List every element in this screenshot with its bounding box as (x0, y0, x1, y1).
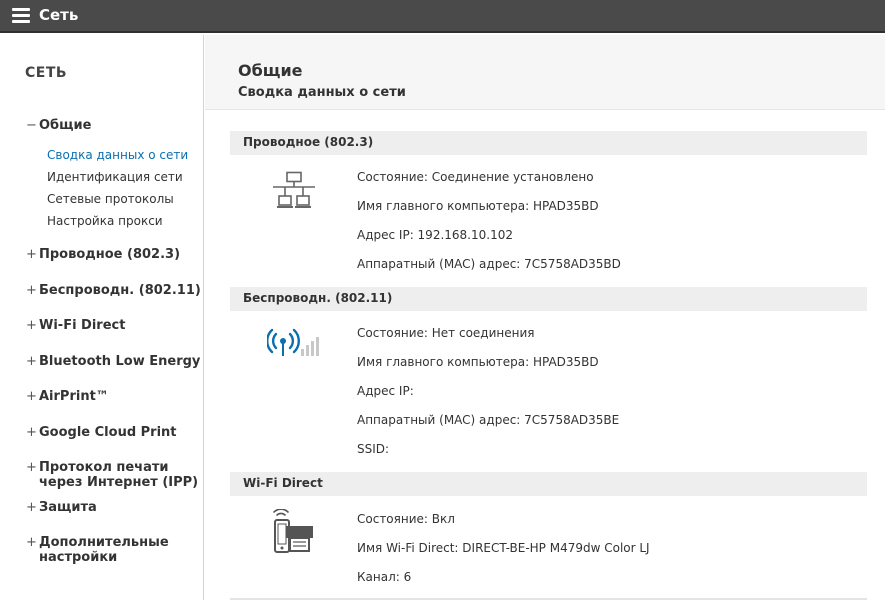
sidebar: СЕТЬ − Общие Сводка данных о сети Идентиф… (0, 35, 204, 600)
sidebar-subitem-network-protocols[interactable]: Сетевые протоколы (47, 192, 174, 206)
collapse-icon: − (26, 118, 37, 133)
sidebar-title: СЕТЬ (25, 65, 68, 81)
sidebar-subitem-network-identification[interactable]: Идентификация сети (47, 170, 183, 184)
wireless-signal-icon (266, 327, 321, 361)
sidebar-item-label: Общие (39, 118, 92, 133)
wireless-ip-address: Адрес IP: (357, 384, 414, 398)
sidebar-item-wireless[interactable]: + Беспроводн. (802.11) (26, 283, 201, 298)
expand-icon: + (26, 283, 37, 298)
section-header-wired: Проводное (802.3) (230, 131, 867, 155)
wifi-direct-status: Состояние: Вкл (357, 512, 455, 526)
section-title: Wi-Fi Direct (243, 476, 323, 490)
wifi-direct-channel: Канал: 6 (357, 570, 412, 584)
hamburger-menu-icon[interactable] (12, 8, 30, 24)
top-bar: Сеть (0, 0, 885, 33)
sidebar-item-wired[interactable]: + Проводное (802.3) (26, 247, 201, 262)
expand-icon: + (26, 354, 37, 369)
sidebar-item-airprint[interactable]: + AirPrint™ (26, 389, 201, 404)
wireless-hostname: Имя главного компьютера: HPAD35BD (357, 355, 599, 369)
sidebar-item-label: Google Cloud Print (39, 425, 177, 440)
wireless-status: Состояние: Нет соединения (357, 326, 535, 340)
page-subtitle: Сводка данных о сети (238, 85, 406, 100)
section-header-wireless: Беспроводн. (802.11) (230, 287, 867, 311)
sidebar-item-label: через Интернет (IPP) (39, 475, 199, 490)
expand-icon: + (26, 389, 37, 404)
section-header-wifi-direct: Wi-Fi Direct (230, 472, 867, 496)
wired-network-icon (272, 171, 316, 213)
sidebar-item-advanced-settings[interactable]: + Дополнительные настройки (26, 535, 201, 565)
sidebar-item-general[interactable]: − Общие (26, 118, 201, 133)
sidebar-item-label: Дополнительные (39, 535, 169, 550)
expand-icon: + (26, 535, 37, 550)
wireless-ssid: SSID: (357, 442, 390, 456)
wired-mac-address: Аппаратный (MAC) адрес: 7C5758AD35BD (357, 257, 621, 271)
sidebar-item-label: AirPrint™ (39, 389, 109, 404)
sidebar-subitem-proxy-settings[interactable]: Настройка прокси (47, 214, 163, 228)
sidebar-item-label: настройки (39, 550, 118, 565)
wired-status: Состояние: Соединение установлено (357, 170, 594, 184)
section-title: Проводное (802.3) (243, 135, 374, 149)
expand-icon: + (26, 460, 37, 475)
page-title: Общие (238, 61, 303, 80)
expand-icon: + (26, 500, 37, 515)
sidebar-item-security[interactable]: + Защита (26, 500, 201, 515)
wired-ip-address: Адрес IP: 192.168.10.102 (357, 228, 513, 242)
sidebar-item-label: Wi-Fi Direct (39, 318, 126, 333)
sidebar-item-google-cloud-print[interactable]: + Google Cloud Print (26, 425, 201, 440)
page-header: Общие Сводка данных о сети (205, 35, 885, 110)
wifi-direct-icon (271, 508, 317, 559)
sidebar-item-label: Проводное (802.3) (39, 247, 181, 262)
main-content: Общие Сводка данных о сети Проводное (80… (205, 35, 885, 600)
sidebar-subitem-network-summary[interactable]: Сводка данных о сети (47, 148, 188, 162)
expand-icon: + (26, 247, 37, 262)
app-title: Сеть (39, 6, 79, 24)
sidebar-item-label: Защита (39, 500, 97, 515)
wired-hostname: Имя главного компьютера: HPAD35BD (357, 199, 599, 213)
section-title: Беспроводн. (802.11) (243, 291, 393, 305)
expand-icon: + (26, 425, 37, 440)
sidebar-item-ipp[interactable]: + Протокол печати через Интернет (IPP) (26, 460, 201, 490)
wireless-mac-address: Аппаратный (MAC) адрес: 7C5758AD35BE (357, 413, 620, 427)
sidebar-item-label: Bluetooth Low Energy (39, 354, 201, 369)
sidebar-item-label: Беспроводн. (802.11) (39, 283, 201, 298)
sidebar-item-bluetooth-low-energy[interactable]: + Bluetooth Low Energy (26, 354, 201, 369)
sidebar-item-label: Протокол печати (39, 460, 169, 475)
sidebar-item-wifi-direct[interactable]: + Wi-Fi Direct (26, 318, 201, 333)
expand-icon: + (26, 318, 37, 333)
wifi-direct-name: Имя Wi-Fi Direct: DIRECT-BE-HP M479dw Co… (357, 541, 650, 555)
